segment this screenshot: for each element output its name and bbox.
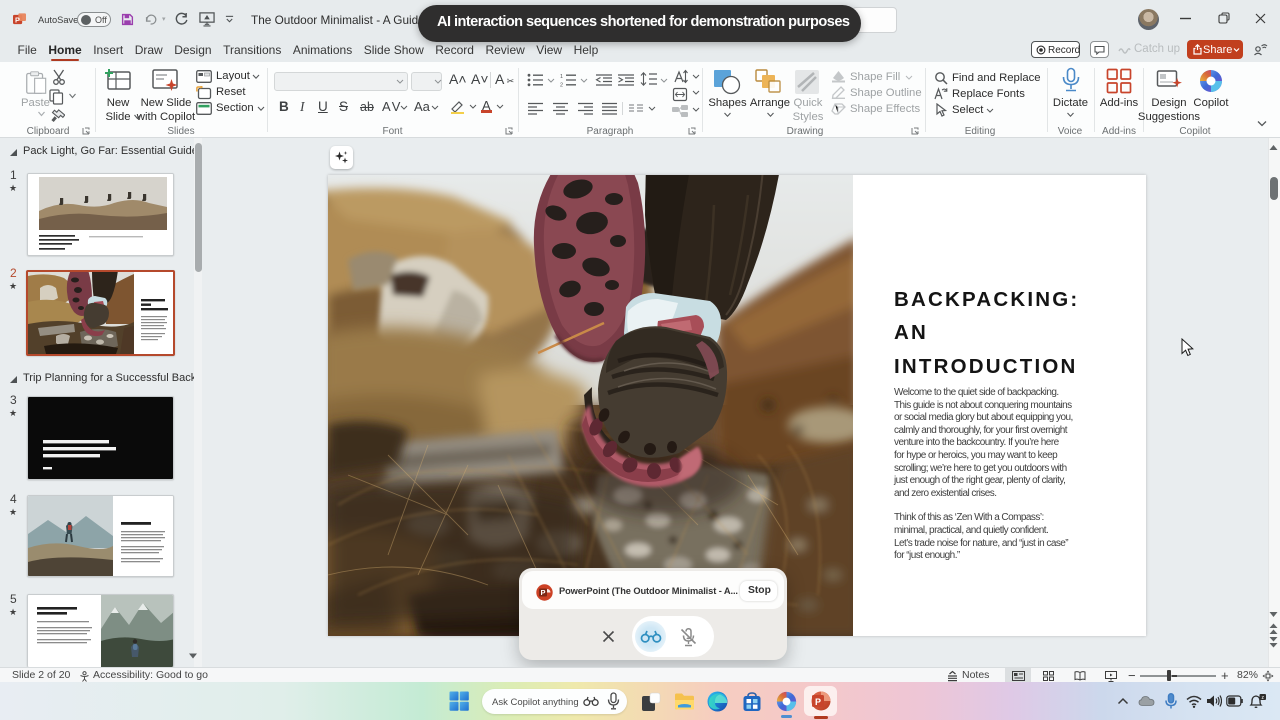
svg-text:P: P	[540, 588, 545, 597]
svg-text:P: P	[15, 16, 20, 25]
svg-text:P: P	[815, 697, 821, 707]
svg-text:2: 2	[560, 83, 563, 88]
svg-text:1: 1	[560, 74, 563, 80]
